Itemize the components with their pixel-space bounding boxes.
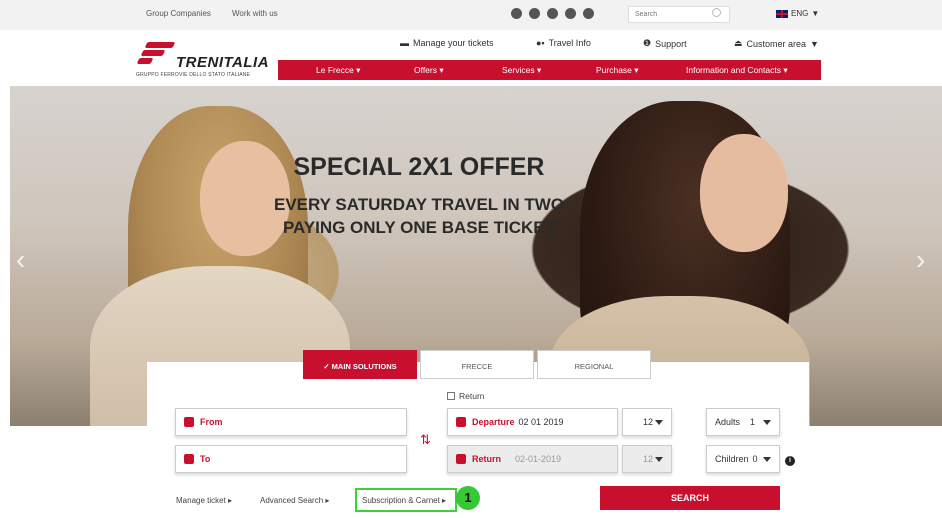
return-hour-value: 12 (643, 454, 654, 464)
support-label: Support (655, 38, 687, 49)
departure-hour-select[interactable]: 12 (622, 408, 672, 436)
from-station-field[interactable]: From (175, 408, 407, 436)
chevron-down-icon (655, 457, 663, 462)
departure-label: Departure (472, 417, 515, 427)
twitter-icon[interactable] (529, 8, 540, 19)
trenitalia-logo[interactable]: TRENITALIA GRUPPO FERROVIE DELLO STATO I… (136, 40, 270, 84)
travel-info-label: Travel Info (548, 38, 591, 48)
uk-flag-icon (776, 9, 788, 18)
to-station-field[interactable]: To (175, 445, 407, 473)
subscription-carnet-link[interactable]: Subscription & Carnet ▸ (362, 496, 446, 505)
language-label: ENG (791, 9, 809, 18)
adults-value: 1 (750, 417, 756, 427)
swap-stations-icon[interactable]: ⇅ (420, 432, 431, 448)
linkedin-icon[interactable] (565, 8, 576, 19)
support-link[interactable]: ❶ Support (643, 38, 687, 49)
search-icon[interactable] (712, 8, 721, 17)
logo-mark-icon (136, 40, 176, 64)
manage-tickets-label: Manage your tickets (413, 38, 494, 48)
main-navigation: Le Frecce ▾ Offers ▾ Services ▾ Purchase… (278, 60, 821, 80)
tab-regional[interactable]: REGIONAL (537, 350, 651, 379)
train-icon (184, 417, 194, 427)
chevron-down-icon (763, 420, 771, 425)
departure-date-field[interactable]: Departure 02 01 2019 (447, 408, 618, 436)
facebook-icon[interactable] (511, 8, 522, 19)
carousel-prev-icon[interactable]: ‹ (16, 246, 28, 274)
nav-item-information-contacts[interactable]: Information and Contacts ▾ (686, 65, 788, 76)
departure-date-value: 02 01 2019 (518, 417, 564, 427)
youtube-icon[interactable] (583, 8, 594, 19)
return-date-value: 02-01-2019 (515, 454, 562, 464)
customer-area-menu[interactable]: ⏏ Customer area ▼ (734, 38, 819, 49)
search-button[interactable]: SEARCH (600, 486, 780, 510)
calendar-icon (456, 454, 466, 464)
group-companies-link[interactable]: Group Companies (146, 9, 211, 18)
nav-item-le-frecce[interactable]: Le Frecce ▾ (316, 65, 360, 76)
chevron-down-icon: ▼ (811, 9, 820, 18)
travel-info-link[interactable]: ●▪ Travel Info (536, 38, 591, 48)
info-icon: ❶ (643, 38, 652, 48)
advanced-search-link[interactable]: Advanced Search ▸ (260, 496, 329, 505)
return-hour-select[interactable]: 12 (622, 445, 672, 473)
from-label: From (200, 417, 223, 427)
hero-line-2: PAYING ONLY ONE BASE TICKET (282, 218, 556, 237)
logo-text: TRENITALIA (176, 54, 270, 71)
chevron-down-icon (763, 457, 771, 462)
top-utility-bar: Group Companies Work with us ENG ▼ (0, 0, 942, 30)
manage-ticket-link[interactable]: Manage ticket ▸ (176, 496, 232, 505)
return-checkbox[interactable]: Return (447, 391, 485, 401)
return-checkbox-label: Return (459, 391, 485, 401)
calendar-icon (456, 417, 466, 427)
return-date-field[interactable]: Return 02-01-2019 (447, 445, 618, 473)
hero-title: SPECIAL 2X1 OFFER (293, 153, 545, 181)
departure-hour-value: 12 (643, 417, 654, 427)
customer-area-label: Customer area (746, 38, 807, 49)
info-icon[interactable]: i (785, 456, 795, 466)
language-selector[interactable]: ENG ▼ (776, 9, 819, 18)
ticket-icon: ▬ (400, 38, 409, 48)
nav-item-purchase[interactable]: Purchase ▾ (596, 65, 639, 76)
train-icon (184, 454, 194, 464)
user-icon: ⏏ (734, 38, 743, 48)
tab-main-solutions[interactable]: ✓ MAIN SOLUTIONS (303, 350, 417, 379)
chevron-down-icon (655, 420, 663, 425)
tab-frecce[interactable]: FRECCE (420, 350, 534, 379)
children-label: Children (715, 454, 749, 464)
adults-label: Adults (715, 417, 741, 427)
manage-tickets-link[interactable]: ▬ Manage your tickets (400, 38, 494, 48)
checkbox-icon (447, 392, 455, 400)
chevron-down-icon: ▼ (810, 38, 819, 49)
return-field-label: Return (472, 454, 501, 464)
adults-select[interactable]: Adults 1 (706, 408, 780, 436)
step-badge: 1 (456, 486, 480, 510)
instagram-icon[interactable] (547, 8, 558, 19)
work-with-us-link[interactable]: Work with us (232, 9, 278, 18)
children-select[interactable]: Children 0 (706, 445, 780, 473)
nav-item-services[interactable]: Services ▾ (502, 65, 541, 76)
travel-info-icon: ●▪ (536, 38, 545, 48)
logo-subtitle: GRUPPO FERROVIE DELLO STATO ITALIANE (136, 72, 251, 78)
children-value: 0 (752, 454, 758, 464)
nav-item-offers[interactable]: Offers ▾ (414, 65, 444, 76)
carousel-next-icon[interactable]: › (916, 246, 928, 274)
hero-line-1: EVERY SATURDAY TRAVEL IN TWO (274, 195, 564, 214)
social-links (511, 8, 594, 19)
to-label: To (200, 454, 211, 464)
